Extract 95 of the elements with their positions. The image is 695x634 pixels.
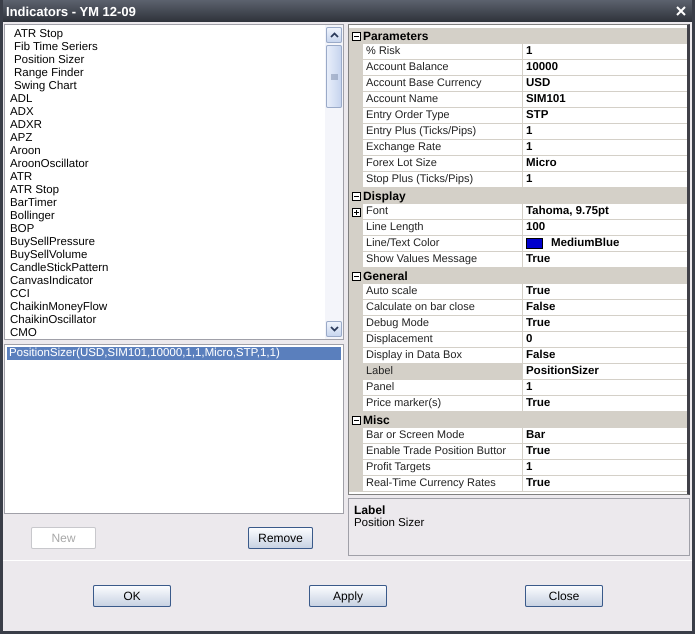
property-name[interactable]: Stop Plus (Ticks/Pips) [363, 172, 523, 188]
category-title: Misc [363, 413, 390, 427]
window-title: Indicators - YM 12-09 [6, 4, 136, 18]
expand-icon[interactable] [352, 208, 360, 216]
property-name[interactable]: Account Name [363, 92, 523, 108]
category-title: General [363, 269, 408, 283]
property-value[interactable]: SIM101 [523, 92, 687, 108]
grip-icon [330, 74, 338, 80]
property-value[interactable]: STP [523, 108, 687, 124]
property-value[interactable]: 1 [523, 124, 687, 140]
indicator-item[interactable]: ADX [5, 106, 325, 119]
scroll-up-icon [330, 32, 338, 38]
scrollbar[interactable] [325, 25, 343, 339]
property-name[interactable]: Bar or Screen Mode [363, 428, 523, 444]
property-value[interactable]: 1 [523, 380, 687, 396]
property-value[interactable]: USD [523, 76, 687, 92]
indicator-item[interactable]: ADXR [5, 119, 325, 132]
indicator-item[interactable]: Range Finder [5, 67, 325, 80]
category-title: Display [363, 189, 406, 203]
property-value[interactable]: 10000 [523, 60, 687, 76]
property-value[interactable]: True [523, 444, 687, 460]
property-name[interactable]: Forex Lot Size [363, 156, 523, 172]
property-value[interactable]: True [523, 476, 687, 492]
indicator-item[interactable]: BarTimer [5, 197, 325, 210]
property-value[interactable]: False [523, 348, 687, 364]
collapse-icon[interactable] [352, 192, 360, 200]
indicator-item[interactable]: Position Sizer [5, 54, 325, 67]
property-name[interactable]: Panel [363, 380, 523, 396]
property-name[interactable]: Account Base Currency [363, 76, 523, 92]
indicator-item[interactable]: CandleStickPattern [5, 262, 325, 275]
property-value[interactable]: 1 [523, 460, 687, 476]
property-value[interactable]: 100 [523, 220, 687, 236]
property-name[interactable]: Profit Targets [363, 460, 523, 476]
property-name[interactable]: Real-Time Currency Rates [363, 476, 523, 492]
indicator-item[interactable]: Fib Time Seriers [5, 41, 325, 54]
property-name[interactable]: Enable Trade Position Buttor [363, 444, 523, 460]
property-value[interactable]: True [523, 396, 687, 412]
property-name[interactable]: Display in Data Box [363, 348, 523, 364]
applied-item[interactable]: PositionSizer(USD,SIM101,10000,1,1,Micro,STP,1,1) [7, 347, 341, 360]
property-value[interactable]: True [523, 316, 687, 332]
indicator-item[interactable]: ADL [5, 93, 325, 106]
description-text: Position Sizer [354, 517, 424, 529]
category-title: Parameters [363, 29, 428, 43]
property-name[interactable]: Line/Text Color [363, 236, 523, 252]
scroll-down-icon [330, 326, 338, 332]
property-name[interactable]: Account Balance [363, 60, 523, 76]
property-name[interactable]: Price marker(s) [363, 396, 523, 412]
indicator-item[interactable]: Swing Chart [5, 80, 325, 93]
property-value[interactable]: True [523, 284, 687, 300]
property-name[interactable]: Auto scale [363, 284, 523, 300]
indicator-item[interactable]: ChaikinMoneyFlow [5, 301, 325, 314]
property-value[interactable]: 1 [523, 140, 687, 156]
indicator-item[interactable]: ChaikinOscillator [5, 314, 325, 327]
property-name[interactable]: Entry Plus (Ticks/Pips) [363, 124, 523, 140]
indicator-item[interactable]: ATR Stop [5, 184, 325, 197]
property-name[interactable]: Exchange Rate [363, 140, 523, 156]
property-value[interactable]: Bar [523, 428, 687, 444]
list-button[interactable]: Remove [248, 527, 313, 549]
collapse-icon[interactable] [352, 416, 360, 424]
property-value[interactable]: False [523, 300, 687, 316]
description-title: Label [354, 503, 386, 517]
indicator-item[interactable]: BuySellVolume [5, 249, 325, 262]
property-name[interactable]: Show Values Message [363, 252, 523, 268]
indicator-item[interactable]: BOP [5, 223, 325, 236]
collapse-icon[interactable] [352, 32, 360, 40]
property-name[interactable]: Calculate on bar close [363, 300, 523, 316]
property-value[interactable]: Tahoma, 9.75pt [523, 204, 687, 220]
indicator-item[interactable]: CanvasIndicator [5, 275, 325, 288]
dialog-button[interactable]: Apply [309, 585, 387, 607]
property-value[interactable]: 0 [523, 332, 687, 348]
indicator-item[interactable]: Aroon [5, 145, 325, 158]
property-name[interactable]: Line Length [363, 220, 523, 236]
indicator-item[interactable]: ATR Stop [5, 28, 325, 41]
property-value[interactable]: 1 [523, 172, 687, 188]
indicator-item[interactable]: AroonOscillator [5, 158, 325, 171]
property-name[interactable]: % Risk [363, 44, 523, 60]
property-value[interactable]: MediumBlue [523, 236, 687, 252]
dialog-button[interactable]: OK [93, 585, 171, 607]
property-name[interactable]: Entry Order Type [363, 108, 523, 124]
property-value[interactable]: True [523, 252, 687, 268]
indicator-item[interactable]: CCI [5, 288, 325, 301]
close-icon [676, 6, 686, 16]
property-value[interactable]: Micro [523, 156, 687, 172]
property-name[interactable]: Debug Mode [363, 316, 523, 332]
collapse-icon[interactable] [352, 272, 360, 280]
property-value[interactable]: 1 [523, 44, 687, 60]
indicator-item[interactable]: CMO [5, 327, 325, 340]
property-value[interactable]: PositionSizer [523, 364, 687, 380]
property-name[interactable]: Font [363, 204, 523, 220]
indicator-item[interactable]: ATR [5, 171, 325, 184]
property-name[interactable]: Displacement [363, 332, 523, 348]
dialog-button[interactable]: Close [525, 585, 603, 607]
indicator-item[interactable]: Bollinger [5, 210, 325, 223]
indicator-item[interactable]: APZ [5, 132, 325, 145]
indicator-item[interactable]: BuySellPressure [5, 236, 325, 249]
